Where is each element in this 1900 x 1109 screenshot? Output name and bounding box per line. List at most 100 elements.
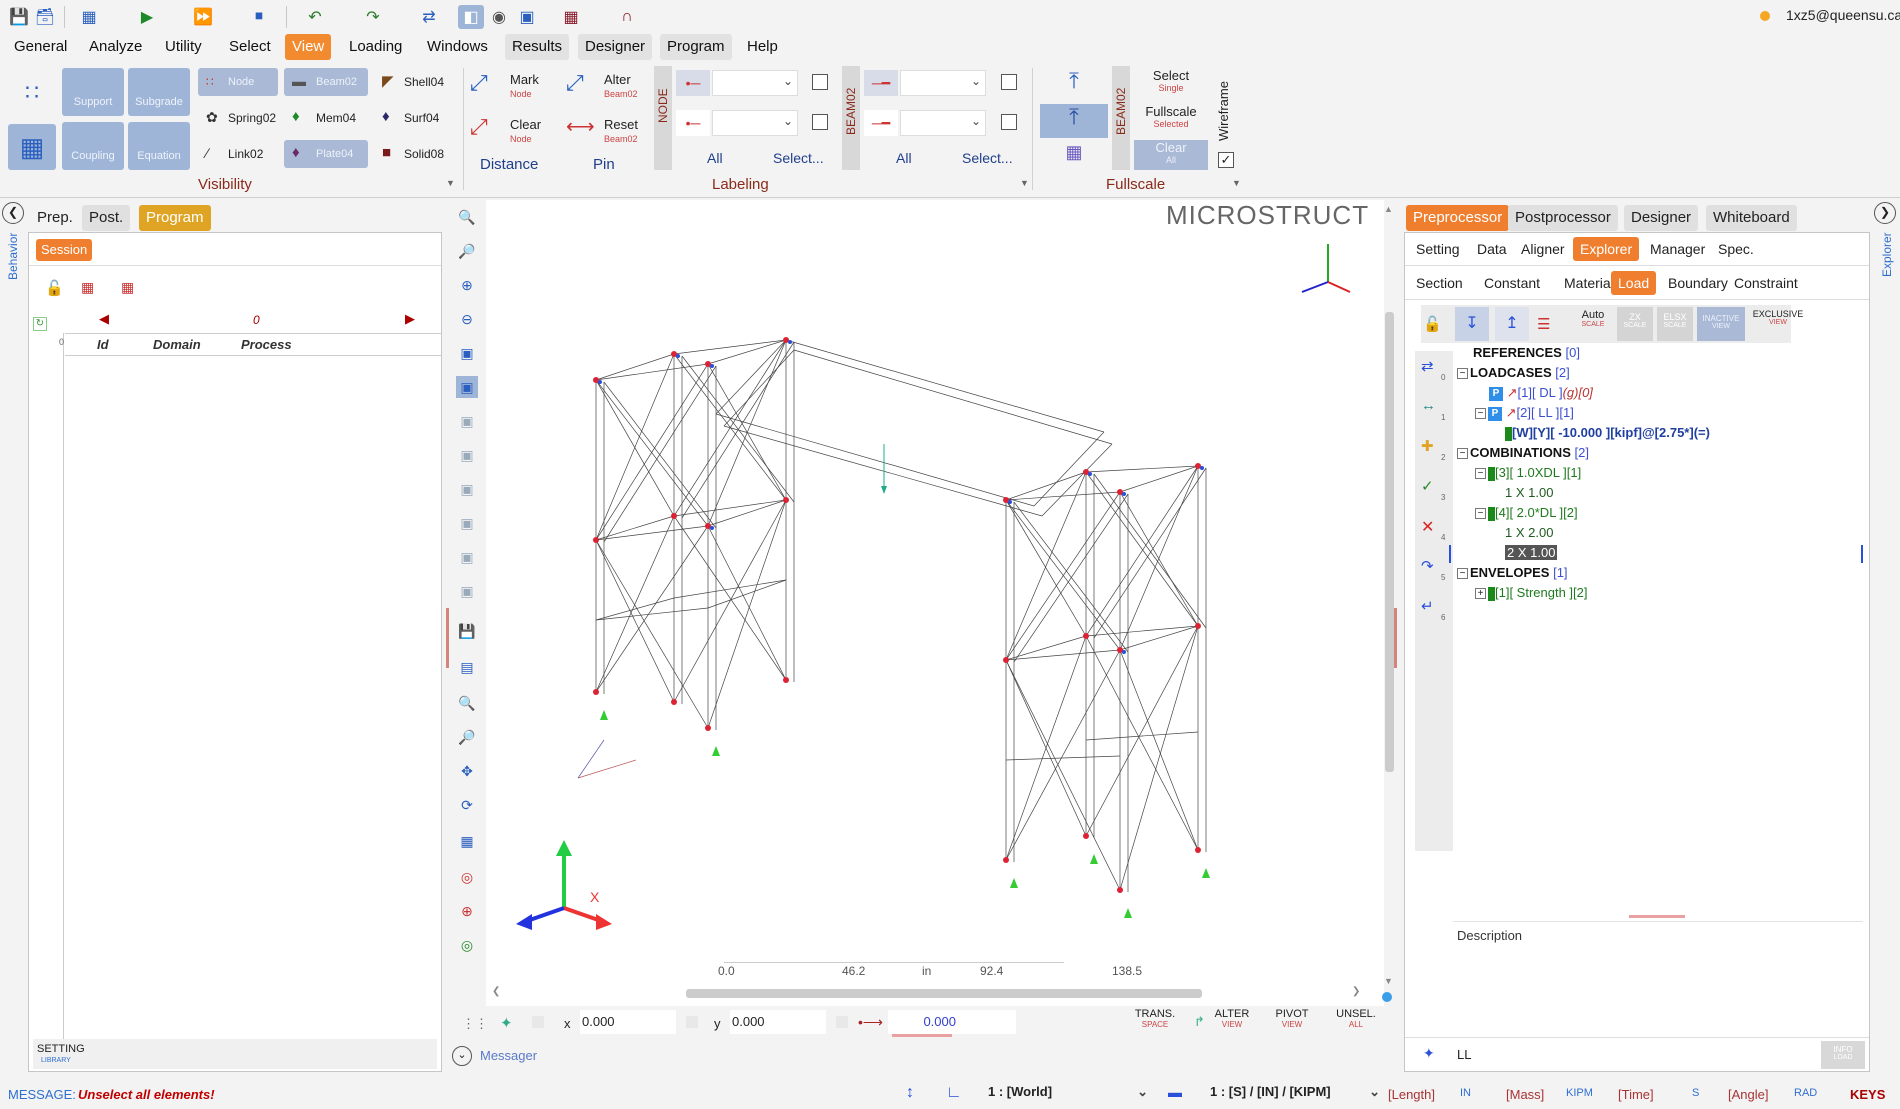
tree-resize-handle[interactable] <box>1629 915 1685 918</box>
node-label2-checkbox[interactable] <box>812 114 828 130</box>
swap-icon[interactable]: ⇄ <box>416 5 442 29</box>
clear-node-icon[interactable]: ⤢ <box>470 114 488 140</box>
tree-combinations[interactable]: − COMBINATIONS [2] <box>1457 445 1589 460</box>
distance-input[interactable]: 0.000 <box>888 1010 1016 1034</box>
tree-c4-term1[interactable]: 1 X 2.00 <box>1505 525 1553 540</box>
support-button[interactable]: Support <box>62 68 124 116</box>
node-label-icon[interactable]: •─ <box>676 70 710 96</box>
next-arrow-icon[interactable]: ▶ <box>405 311 415 327</box>
node-label2-select[interactable]: ⌄ <box>712 110 798 136</box>
structure-model[interactable]: X <box>486 200 1384 1006</box>
prev-arrow-icon[interactable]: ◀ <box>99 311 109 327</box>
right-view-icon[interactable]: ▣ <box>456 478 478 500</box>
undo-icon[interactable]: ↶ <box>302 5 328 29</box>
tree-loadcases[interactable]: − LOADCASES [2] <box>1457 365 1570 380</box>
alter-view-icon[interactable]: ↱ <box>1194 1014 1205 1030</box>
frame-icon[interactable]: ▦ <box>558 5 584 29</box>
menu-general[interactable]: General <box>7 34 74 60</box>
camera-icon[interactable]: ◉ <box>486 5 512 29</box>
menu-windows[interactable]: Windows <box>420 34 495 60</box>
clear-button[interactable]: Clear <box>510 117 541 132</box>
vertical-scrollbar[interactable]: ▲ ▼ <box>1382 200 1396 1000</box>
menu-analyze[interactable]: Analyze <box>82 34 149 60</box>
zoom-select-icon[interactable]: 🔎 <box>456 726 478 748</box>
horizontal-scrollbar[interactable]: ❮ ❯ <box>486 986 1366 1000</box>
user-email[interactable]: 1xz5@queensu.ca <box>1786 7 1900 23</box>
subtab-explorer[interactable]: Explorer <box>1573 237 1640 261</box>
node-all-link[interactable]: All <box>707 150 723 166</box>
node-label-select[interactable]: ⌄ <box>712 70 798 96</box>
menu-help[interactable]: Help <box>740 34 785 60</box>
beam-label-icon[interactable]: ─━ <box>864 70 898 96</box>
picture-icon[interactable]: ▤ <box>456 656 478 678</box>
beam-label2-icon[interactable]: ─━ <box>864 110 898 136</box>
node-select-link[interactable]: Select... <box>773 150 824 166</box>
node-label2-icon[interactable]: •─ <box>676 110 710 136</box>
grid-points-icon[interactable]: ∷ <box>8 70 56 116</box>
step-run-icon[interactable]: ⏩ <box>190 5 216 29</box>
fullscale-selected-button[interactable]: Fullscale Selected <box>1134 104 1208 134</box>
exclusive-view-button[interactable]: EXCLUSIVE VIEW <box>1749 309 1807 326</box>
tree-references[interactable]: REFERENCES [0] <box>1473 345 1580 360</box>
beam-label2-select[interactable]: ⌄ <box>900 110 986 136</box>
grid-snap-icon[interactable]: ◎ <box>456 934 478 956</box>
iso-view-icon[interactable]: ▣ <box>456 342 478 364</box>
inactive-view-button[interactable]: INACTIVE VIEW <box>1697 307 1745 341</box>
description-box[interactable]: Description <box>1453 921 1863 1037</box>
menu-designer[interactable]: Designer <box>578 34 653 60</box>
mark-button[interactable]: Mark <box>510 72 539 87</box>
fullscale-beam-icon[interactable]: ⤒ <box>1040 68 1108 102</box>
grid-icon[interactable]: ▦ <box>8 124 56 170</box>
tab-preprocessor[interactable]: Preprocessor <box>1406 205 1510 231</box>
search-icon[interactable]: 🔍 <box>456 692 478 714</box>
redo-load-icon[interactable]: ↷ <box>1421 557 1434 575</box>
menu-utility[interactable]: Utility <box>158 34 209 60</box>
subtab-constant[interactable]: Constant <box>1477 271 1547 295</box>
subtab-manager[interactable]: Manager <box>1643 237 1712 261</box>
tree-c3[interactable]: − [3][ 1.0XDL ][1] <box>1475 465 1581 481</box>
menu-select[interactable]: Select <box>222 34 278 60</box>
grid-toggle-icon[interactable]: ⋮⋮ <box>462 1016 488 1032</box>
select-single-button[interactable]: Select Single <box>1134 68 1208 96</box>
fullscale-frame-icon[interactable]: ▦ <box>1040 142 1108 172</box>
elsx-scale-button[interactable]: ELSX SCALE <box>1657 307 1693 341</box>
pivot-view-button[interactable]: PIVOT VIEW <box>1270 1008 1314 1029</box>
beam-select-link[interactable]: Select... <box>962 150 1013 166</box>
info-load-button[interactable]: INFO LOAD <box>1821 1041 1865 1069</box>
reset-beam-icon[interactable]: ⟷ <box>566 114 595 139</box>
subgrade-button[interactable]: Subgrade <box>128 68 190 116</box>
tree-envelopes[interactable]: − ENVELOPES [1] <box>1457 565 1568 580</box>
crosshair-icon[interactable]: ⊕ <box>456 900 478 922</box>
delete-load-icon[interactable]: ✕ <box>1421 517 1434 537</box>
beam-label2-checkbox[interactable] <box>1001 114 1017 130</box>
back-view-icon[interactable]: ▣ <box>456 410 478 432</box>
tree-lc2-load[interactable]: [W][Y][ -10.000 ][kipf]@[2.75*](=) <box>1505 425 1710 441</box>
unlock-icon[interactable]: 🔓 <box>45 279 64 297</box>
save-icon[interactable]: 💾 <box>6 5 32 29</box>
menu-program[interactable]: Program <box>660 34 732 60</box>
alter-beam-icon[interactable]: ⤢ <box>566 70 584 96</box>
subtab-data[interactable]: Data <box>1470 237 1514 261</box>
save-as-icon[interactable]: 🗃 <box>32 5 58 29</box>
tab-session[interactable]: Session <box>36 239 93 261</box>
tab-whiteboard[interactable]: Whiteboard <box>1706 205 1797 231</box>
zx-scale-button[interactable]: ZX SCALE <box>1617 307 1653 341</box>
subtab-section[interactable]: Section <box>1409 271 1470 295</box>
beam-label-checkbox[interactable] <box>1001 74 1017 90</box>
distance-label[interactable]: Distance <box>480 156 538 173</box>
tab-post[interactable]: Post. <box>82 205 131 231</box>
load-up-icon[interactable]: ↥ <box>1495 307 1529 341</box>
vertical-move-icon[interactable]: ↕ <box>906 1084 914 1102</box>
expand-load-icon[interactable]: ↔ <box>1421 397 1436 414</box>
left-resize-handle[interactable] <box>446 608 449 668</box>
beam-label-select[interactable]: ⌄ <box>900 70 986 96</box>
pan-icon[interactable]: ✥ <box>456 760 478 782</box>
tree-lc1[interactable]: P ↗[1][ DL ](g)[0] <box>1489 385 1593 401</box>
load-list-icon[interactable]: ☰ <box>1537 315 1550 333</box>
auto-scale-button[interactable]: Auto SCALE <box>1573 309 1613 328</box>
fullscale-beam2-icon[interactable]: ⤒ <box>1040 104 1108 138</box>
arch-icon[interactable]: ∩ <box>614 5 640 29</box>
custom-view-icon[interactable]: ▣ <box>456 580 478 602</box>
snap-icon[interactable]: ✦ <box>500 1014 513 1032</box>
layout-icon[interactable]: ◧ <box>458 5 484 29</box>
